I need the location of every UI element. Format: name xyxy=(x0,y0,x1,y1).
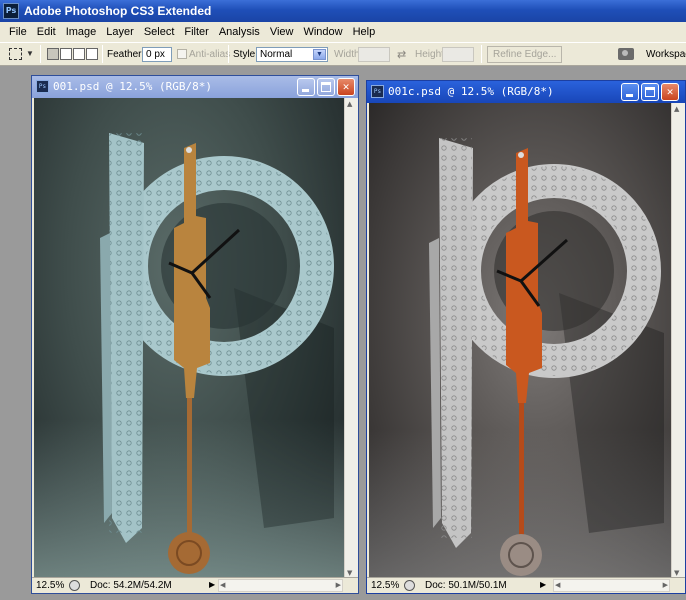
menu-filter[interactable]: Filter xyxy=(179,26,213,38)
antialias-checkbox[interactable] xyxy=(177,49,187,59)
pendulum-bob-shape xyxy=(500,534,542,576)
maximize-button[interactable] xyxy=(641,83,659,101)
document-title: 001.psd @ 12.5% (RGB/8*) xyxy=(53,80,212,93)
divider xyxy=(102,45,103,63)
style-select[interactable]: Normal ▼ xyxy=(256,47,328,62)
app-title-bar: Ps Adobe Photoshop CS3 Extended xyxy=(0,0,686,22)
scroll-up-icon[interactable]: ▲ xyxy=(674,105,679,113)
minimize-button[interactable] xyxy=(297,78,315,96)
document-size: Doc: 54.2M/54.2M xyxy=(90,580,172,591)
horizontal-scrollbar[interactable]: ◀ ▶ xyxy=(553,579,670,592)
workspace-label[interactable]: Workspace xyxy=(646,49,686,60)
image-canvas[interactable] xyxy=(369,103,672,579)
menu-image[interactable]: Image xyxy=(61,26,102,38)
pendulum-rod-shape xyxy=(187,398,192,538)
photoshop-doc-icon: Ps xyxy=(36,80,49,93)
scroll-left-icon[interactable]: ◀ xyxy=(555,581,560,589)
status-bar: 12.5% Doc: 54.2M/54.2M ▶ ◀ ▶ xyxy=(32,577,358,593)
minimize-button[interactable] xyxy=(621,83,639,101)
close-icon: ✕ xyxy=(342,80,350,93)
subtract-selection-mode-button[interactable] xyxy=(73,48,85,60)
menu-view[interactable]: View xyxy=(265,26,299,38)
style-label: Style: xyxy=(233,49,259,60)
status-menu-arrow-icon[interactable]: ▶ xyxy=(540,580,546,589)
antialias-label: Anti-alias xyxy=(189,49,231,60)
close-icon: ✕ xyxy=(666,85,674,98)
divider xyxy=(40,45,41,63)
menu-select[interactable]: Select xyxy=(139,26,180,38)
clock-artwork xyxy=(429,138,664,576)
info-icon[interactable] xyxy=(69,580,80,591)
scroll-up-icon[interactable]: ▲ xyxy=(347,100,352,108)
vertical-scrollbar[interactable]: ▲ ▼ xyxy=(344,98,358,579)
maximize-icon xyxy=(645,87,655,97)
menu-bar: File Edit Image Layer Select Filter Anal… xyxy=(0,22,686,42)
scroll-down-icon[interactable]: ▼ xyxy=(347,569,352,577)
document-title-bar[interactable]: Ps 001c.psd @ 12.5% (RGB/8*) ✕ xyxy=(367,81,685,103)
height-input[interactable] xyxy=(442,47,474,62)
menu-window[interactable]: Window xyxy=(298,26,347,38)
divider xyxy=(228,45,229,63)
status-bar: 12.5% Doc: 50.1M/50.1M ▶ ◀ ▶ xyxy=(367,577,685,593)
pendulum-bob-shape xyxy=(168,532,210,574)
minimize-icon xyxy=(302,89,309,92)
metal-strip-shape xyxy=(100,233,112,523)
menu-analysis[interactable]: Analysis xyxy=(214,26,265,38)
vertical-scrollbar[interactable]: ▲ ▼ xyxy=(671,103,685,579)
refine-edge-button[interactable]: Refine Edge... xyxy=(487,46,563,63)
photoshop-doc-icon: Ps xyxy=(371,85,384,98)
hanger-pin-shape xyxy=(518,152,524,158)
pendulum-rod-shape xyxy=(519,403,524,543)
tool-preset-caret-icon[interactable]: ▼ xyxy=(26,49,34,58)
close-button[interactable]: ✕ xyxy=(661,83,679,101)
zoom-level[interactable]: 12.5% xyxy=(36,580,64,591)
swap-icon[interactable]: ⇄ xyxy=(397,48,406,61)
info-icon[interactable] xyxy=(404,580,415,591)
document-window-001[interactable]: Ps 001.psd @ 12.5% (RGB/8*) ✕ ▲ ▼ 12.5% … xyxy=(31,75,359,594)
scroll-right-icon[interactable]: ▶ xyxy=(663,581,668,589)
document-size: Doc: 50.1M/50.1M xyxy=(425,580,507,591)
scroll-left-icon[interactable]: ◀ xyxy=(220,581,225,589)
chevron-down-icon: ▼ xyxy=(313,49,326,60)
menu-help[interactable]: Help xyxy=(348,26,381,38)
horizontal-scrollbar[interactable]: ◀ ▶ xyxy=(218,579,343,592)
maximize-button[interactable] xyxy=(317,78,335,96)
options-bar: ▼ Feather: 0 px Anti-alias Style: Normal… xyxy=(0,42,686,66)
status-menu-arrow-icon[interactable]: ▶ xyxy=(209,580,215,589)
hanger-pin-shape xyxy=(186,147,192,153)
add-selection-mode-button[interactable] xyxy=(60,48,72,60)
document-title-bar[interactable]: Ps 001.psd @ 12.5% (RGB/8*) ✕ xyxy=(32,76,358,98)
feather-label: Feather: xyxy=(107,49,145,60)
scroll-down-icon[interactable]: ▼ xyxy=(674,569,679,577)
divider xyxy=(481,45,482,63)
menu-file[interactable]: File xyxy=(4,26,32,38)
column-etching-shape xyxy=(109,133,142,533)
new-selection-mode-button[interactable] xyxy=(47,48,59,60)
document-title: 001c.psd @ 12.5% (RGB/8*) xyxy=(388,85,554,98)
zoom-level[interactable]: 12.5% xyxy=(371,580,399,591)
clock-artwork xyxy=(100,133,334,574)
maximize-icon xyxy=(321,82,331,92)
menu-edit[interactable]: Edit xyxy=(32,26,61,38)
close-button[interactable]: ✕ xyxy=(337,78,355,96)
scroll-right-icon[interactable]: ▶ xyxy=(336,581,341,589)
rectangular-marquee-icon[interactable] xyxy=(9,48,22,60)
app-title: Adobe Photoshop CS3 Extended xyxy=(24,4,212,18)
menu-layer[interactable]: Layer xyxy=(101,26,139,38)
workspace-icon[interactable] xyxy=(618,48,634,60)
document-window-001c[interactable]: Ps 001c.psd @ 12.5% (RGB/8*) ✕ ▲ ▼ 12.5%… xyxy=(366,80,686,594)
width-input[interactable] xyxy=(358,47,390,62)
column-etching-shape xyxy=(439,138,472,538)
metal-strip-shape xyxy=(429,238,441,528)
style-select-value: Normal xyxy=(260,49,293,60)
image-canvas[interactable] xyxy=(34,98,345,579)
photoshop-logo-icon: Ps xyxy=(3,3,19,19)
minimize-icon xyxy=(626,94,633,97)
feather-input[interactable]: 0 px xyxy=(142,47,172,62)
intersect-selection-mode-button[interactable] xyxy=(86,48,98,60)
